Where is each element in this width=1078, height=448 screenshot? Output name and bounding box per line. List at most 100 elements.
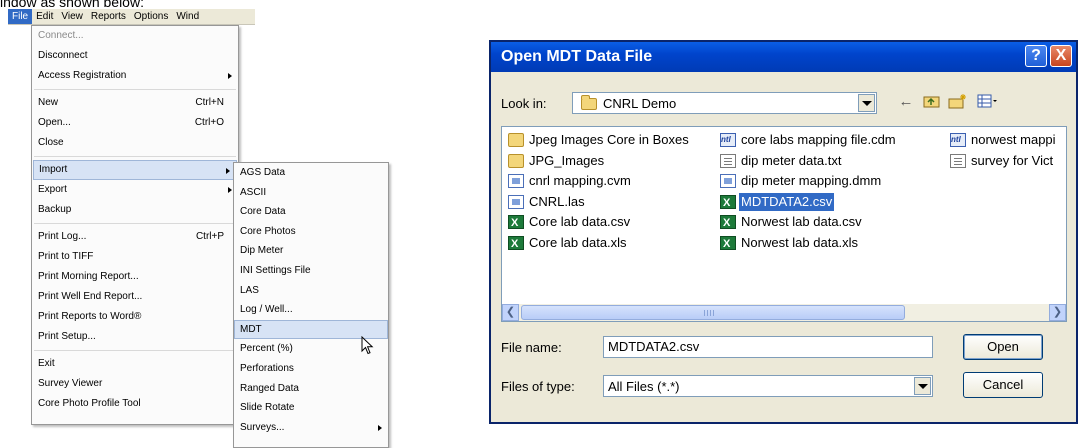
spreadsheet-icon <box>720 194 736 212</box>
file-name: MDTDATA2.csv <box>739 192 835 211</box>
menu-wind[interactable]: Wind <box>172 9 203 24</box>
import-item-core-data[interactable]: Core Data <box>234 202 388 222</box>
files-of-type-value: All Files (*.*) <box>608 379 680 394</box>
open-button[interactable]: Open <box>963 334 1043 360</box>
import-item-ini-settings-file[interactable]: INI Settings File <box>234 261 388 281</box>
menu-item-label: Print Well End Report... <box>38 291 143 302</box>
menu-item-label: AGS Data <box>240 167 286 178</box>
spreadsheet-icon <box>720 214 736 232</box>
file-name: core labs mapping file.cdm <box>741 132 896 147</box>
menu-item-core-photo-profile-tool[interactable]: Core Photo Profile Tool <box>32 394 238 414</box>
menu-item-label: Core Photo Profile Tool <box>38 398 141 409</box>
submenu-arrow-icon <box>226 168 230 174</box>
import-item-las[interactable]: LAS <box>234 281 388 301</box>
cancel-button[interactable]: Cancel <box>963 372 1043 398</box>
horizontal-scrollbar[interactable]: ❮ ❯ <box>502 304 1066 321</box>
menu-item-label: Disconnect <box>38 50 88 61</box>
menu-item-label: Access Registration <box>38 70 127 81</box>
file-name: CNRL.las <box>529 193 585 209</box>
shortcut-label: Ctrl+N <box>195 97 224 108</box>
menu-item-label: Close <box>38 137 64 148</box>
menu-item-survey-viewer[interactable]: Survey Viewer <box>32 374 238 394</box>
menu-item-new[interactable]: New Ctrl+N <box>32 93 238 113</box>
menu-item-label: Core Data <box>240 206 286 218</box>
files-of-type-dropdown-button[interactable] <box>914 377 931 395</box>
menu-view[interactable]: View <box>57 9 87 24</box>
import-item-ascii[interactable]: ASCII <box>234 183 388 203</box>
ntl-file-icon <box>950 131 966 149</box>
import-item-ags-data[interactable]: AGS Data <box>234 163 388 183</box>
menu-item-import[interactable]: Import <box>33 160 237 180</box>
file-name-input[interactable]: MDTDATA2.csv <box>603 336 933 358</box>
menu-item-close[interactable]: Close <box>32 133 238 153</box>
look-in-combo[interactable]: CNRL Demo <box>572 92 877 114</box>
import-item-log-well[interactable]: Log / Well... <box>234 300 388 320</box>
scroll-grip-icon <box>704 310 716 316</box>
import-item-ranged-data[interactable]: Ranged Data <box>234 379 388 399</box>
file-name: JPG_Images <box>529 152 605 168</box>
menu-item-print-morning-report[interactable]: Print Morning Report... <box>32 267 238 287</box>
import-item-slide-rotate[interactable]: Slide Rotate <box>234 398 388 418</box>
menu-item-disconnect[interactable]: Disconnect <box>32 46 238 66</box>
menu-item-label: New <box>38 97 59 108</box>
spreadsheet-icon <box>720 235 736 253</box>
menu-item-print-log[interactable]: Print Log... Ctrl+P <box>32 227 238 247</box>
back-icon[interactable]: ← <box>896 93 916 111</box>
file-list[interactable]: ❮ ❯ Jpeg Images Core in Boxes JPG_Images c… <box>501 126 1067 322</box>
menu-item-export[interactable]: Export <box>32 180 238 200</box>
new-folder-icon[interactable] <box>948 93 968 111</box>
menu-item-label: Survey Viewer <box>38 378 103 389</box>
file-name: Jpeg Images Core in Boxes <box>529 132 689 147</box>
menu-item-label: Perforations <box>240 362 294 374</box>
menu-edit[interactable]: Edit <box>32 9 57 24</box>
menu-item-label: Dip Meter <box>240 245 284 257</box>
menu-item-label: Print to TIFF <box>38 251 94 262</box>
import-submenu: AGS Data ASCII Core Data Core Photos Dip Met… <box>233 162 389 448</box>
menu-item-backup[interactable]: Backup <box>32 200 238 220</box>
menu-item-open[interactable]: Open... Ctrl+O <box>32 113 238 133</box>
file-name-label: File name: <box>501 340 562 355</box>
menu-item-print-reports-to-word[interactable]: Print Reports to Word® <box>32 307 238 327</box>
menu-item-access-registration[interactable]: Access Registration <box>32 66 238 86</box>
up-folder-icon[interactable] <box>922 93 942 111</box>
menu-item-print-to-tiff[interactable]: Print to TIFF <box>32 247 238 267</box>
folder-icon <box>508 133 524 147</box>
menu-item-label: Import <box>39 164 68 175</box>
menu-separator <box>34 223 236 224</box>
scroll-left-button[interactable]: ❮ <box>502 304 519 321</box>
scroll-thumb[interactable] <box>521 305 905 320</box>
menu-item-label: Print Reports to Word® <box>38 311 142 322</box>
import-item-surveys[interactable]: Surveys... <box>234 418 388 438</box>
menu-item-label: Log / Well... <box>240 304 293 316</box>
file-name: Core lab data.xls <box>529 234 627 250</box>
close-button[interactable]: X <box>1050 45 1072 67</box>
file-icon <box>508 194 524 209</box>
menu-file[interactable]: File <box>8 9 33 24</box>
text-file-icon <box>950 153 966 168</box>
menu-options[interactable]: Options <box>130 9 172 24</box>
menu-item-label: Export <box>38 184 67 195</box>
submenu-arrow-icon <box>228 73 232 79</box>
menu-item-print-setup[interactable]: Print Setup... <box>32 327 238 347</box>
scroll-right-button[interactable]: ❯ <box>1049 304 1066 321</box>
import-item-dip-meter[interactable]: Dip Meter <box>234 241 388 261</box>
import-item-perforations[interactable]: Perforations <box>234 359 388 379</box>
view-menu-icon[interactable] <box>977 93 997 111</box>
folder-icon <box>581 95 597 110</box>
files-of-type-combo[interactable]: All Files (*.*) <box>603 375 933 397</box>
menu-reports[interactable]: Reports <box>87 9 130 24</box>
menu-item-print-well-end-report[interactable]: Print Well End Report... <box>32 287 238 307</box>
menu-item-label: Open... <box>38 117 71 128</box>
menu-item-label: Surveys... <box>240 421 285 433</box>
import-item-core-photos[interactable]: Core Photos <box>234 222 388 242</box>
look-in-dropdown-button[interactable] <box>858 94 875 112</box>
menu-item-exit[interactable]: Exit <box>32 354 238 374</box>
help-button[interactable]: ? <box>1025 45 1047 67</box>
spreadsheet-icon <box>508 235 524 253</box>
menu-item-label: ASCII <box>240 186 267 198</box>
mouse-cursor-icon <box>361 336 374 355</box>
dialog-title: Open MDT Data File <box>501 48 653 65</box>
menu-item-label: MDT <box>240 323 262 335</box>
file-name: dip meter mapping.dmm <box>741 173 882 188</box>
file-name: Core lab data.csv <box>529 214 631 229</box>
